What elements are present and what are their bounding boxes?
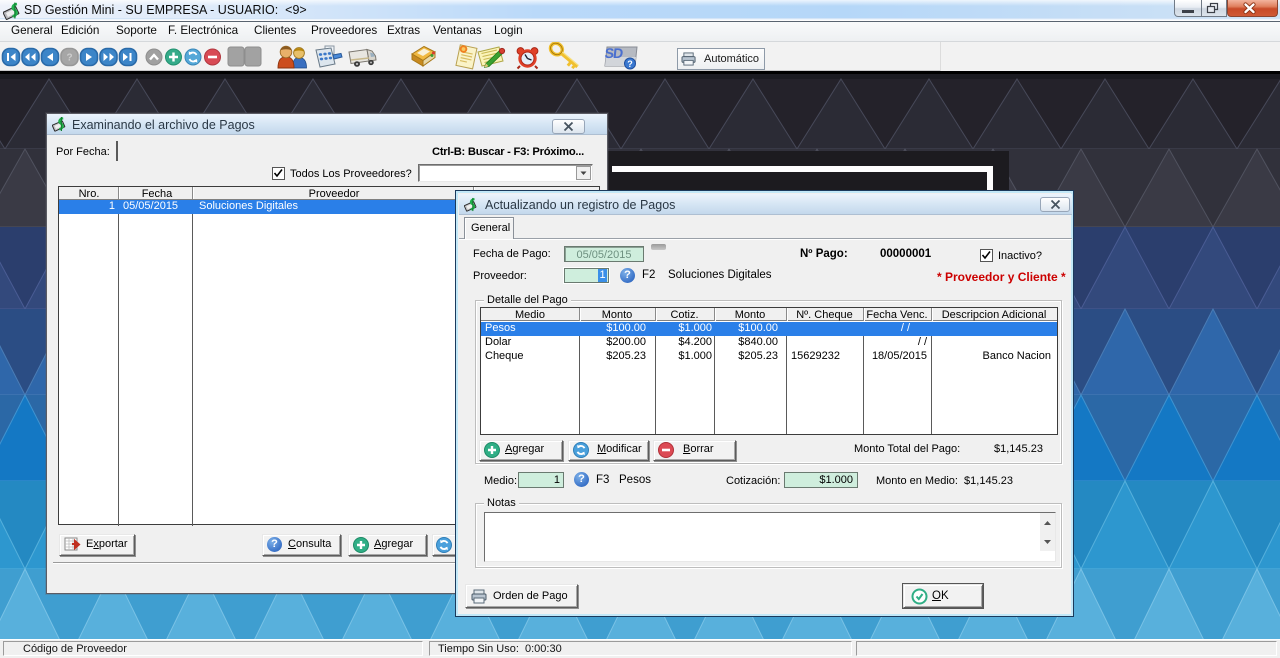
svg-text:SD: SD xyxy=(604,45,624,61)
svg-text:?: ? xyxy=(66,53,72,64)
svg-text:?: ? xyxy=(627,59,633,69)
